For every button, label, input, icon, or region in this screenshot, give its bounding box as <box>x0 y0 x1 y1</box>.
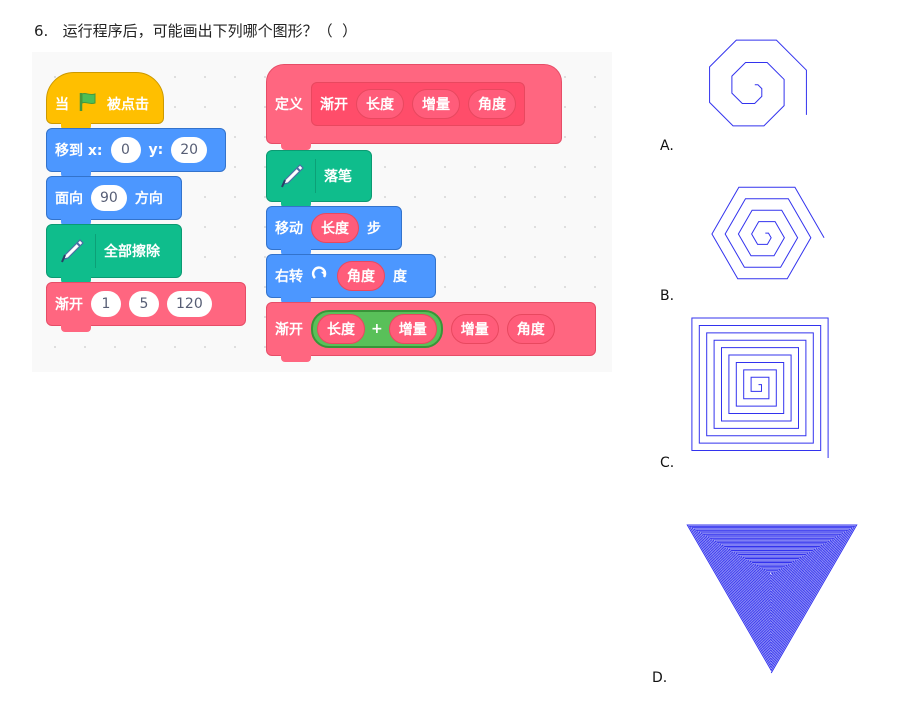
option-c-label: C. <box>660 455 675 471</box>
define-prototype: 渐开 长度 增量 角度 <box>311 82 525 126</box>
move-steps-block[interactable]: 移动 长度 步 <box>266 206 402 256</box>
scratch-code-area: 当 被点击 移到 x: 0 y: 20 面向 90 方向 全部擦除 渐开 1 5… <box>32 52 612 372</box>
plus-sign: + <box>371 321 383 337</box>
turn-label-left: 右转 <box>275 269 303 285</box>
figD-spiral-path <box>686 524 858 674</box>
call-arg-angle[interactable]: 120 <box>167 291 212 317</box>
goto-y-label: y: <box>148 142 164 158</box>
recursive-call-block[interactable]: 渐开 长度 + 增量 增量 角度 <box>266 302 596 362</box>
goto-xy-block[interactable]: 移到 x: 0 y: 20 <box>46 128 226 178</box>
figA-spiral-path <box>709 39 807 127</box>
option-c-square-spiral <box>691 317 829 458</box>
recursive-arg-increment[interactable]: 增量 <box>450 314 499 344</box>
goto-label: 移到 x: <box>55 143 103 159</box>
move-param-length[interactable]: 长度 <box>311 213 359 243</box>
call-arg-length[interactable]: 1 <box>91 291 121 317</box>
move-label-left: 移动 <box>275 221 303 237</box>
figC-spiral-path <box>691 317 829 458</box>
option-a-label: A. <box>660 138 674 154</box>
pen-icon <box>55 234 96 268</box>
when-flag-clicked-block[interactable]: 当 被点击 <box>46 72 164 130</box>
direction-label-left: 面向 <box>55 191 83 207</box>
define-label: 定义 <box>275 97 303 113</box>
sum-left-param[interactable]: 长度 <box>317 314 365 344</box>
direction-label-right: 方向 <box>134 191 163 207</box>
recursive-call-label: 渐开 <box>275 322 303 338</box>
figB-spiral-path <box>711 186 825 280</box>
erase-all-label: 全部擦除 <box>104 244 160 260</box>
green-flag-icon <box>77 91 99 117</box>
direction-input[interactable]: 90 <box>91 185 127 211</box>
option-d-triangle-spiral <box>686 524 858 674</box>
addition-operator[interactable]: 长度 + 增量 <box>311 310 443 348</box>
call-label: 渐开 <box>55 297 83 313</box>
option-b-label: B. <box>660 288 675 304</box>
define-block[interactable]: 定义 渐开 长度 增量 角度 <box>266 64 562 150</box>
goto-x-input[interactable]: 0 <box>110 137 141 163</box>
pen-down-block[interactable]: 落笔 <box>266 150 372 208</box>
rotate-right-icon <box>311 265 329 287</box>
turn-param-angle[interactable]: 角度 <box>337 261 385 291</box>
define-param-increment[interactable]: 增量 <box>412 89 460 119</box>
pen-down-label: 落笔 <box>324 169 352 185</box>
call-arg-increment[interactable]: 5 <box>129 291 159 317</box>
option-d-label: D. <box>652 670 668 686</box>
sum-right-param[interactable]: 增量 <box>388 314 437 344</box>
call-spiral-block[interactable]: 渐开 1 5 120 <box>46 282 246 332</box>
recursive-arg-angle[interactable]: 角度 <box>506 314 555 344</box>
move-label-right: 步 <box>367 221 381 237</box>
define-name: 渐开 <box>320 97 348 113</box>
option-b-hexagon-spiral <box>711 186 825 280</box>
erase-all-block[interactable]: 全部擦除 <box>46 224 182 284</box>
flag-block-label-right: 被点击 <box>107 97 149 113</box>
option-a-octagon-spiral <box>709 39 807 127</box>
turn-label-right: 度 <box>393 269 407 285</box>
goto-y-input[interactable]: 20 <box>171 137 208 163</box>
point-direction-block[interactable]: 面向 90 方向 <box>46 176 182 226</box>
pen-icon <box>275 159 316 193</box>
question-text: 6. 运行程序后，可能画出下列哪个图形？（ ） <box>34 22 358 40</box>
define-param-angle[interactable]: 角度 <box>468 89 516 119</box>
turn-right-block[interactable]: 右转 角度 度 <box>266 254 436 304</box>
flag-block-label-left: 当 <box>55 97 69 113</box>
define-param-length[interactable]: 长度 <box>356 89 404 119</box>
